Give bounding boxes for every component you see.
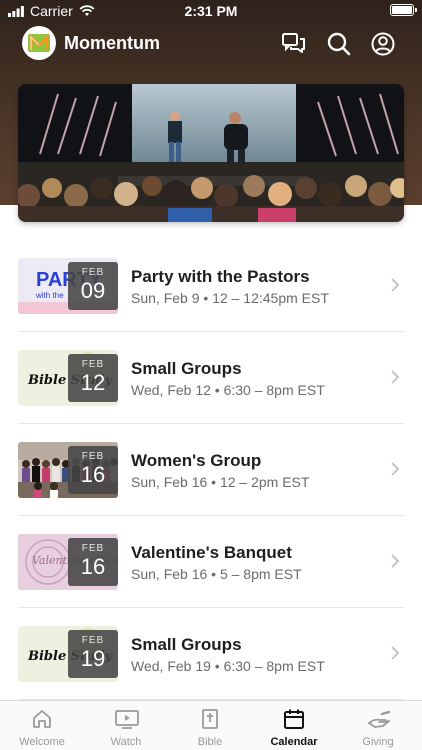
event-datetime: Sun, Feb 16 • 12 – 2pm EST bbox=[131, 474, 310, 490]
event-row[interactable]: PARTY with the FEB 09 Party with the Pas… bbox=[18, 240, 404, 332]
tab-label: Giving bbox=[362, 736, 394, 748]
event-datetime: Wed, Feb 19 • 6:30 – 8pm EST bbox=[131, 658, 325, 674]
event-title: Party with the Pastors bbox=[131, 267, 310, 286]
giving-hand-icon bbox=[368, 710, 391, 728]
event-row[interactable]: Bible Study FEB 12 Small Groups Wed, Feb… bbox=[18, 332, 404, 424]
date-badge: FEB 19 bbox=[68, 630, 118, 678]
app-header: Momentum bbox=[0, 24, 422, 64]
tab-label: Welcome bbox=[19, 736, 65, 748]
battery-icon bbox=[390, 4, 417, 16]
date-badge: FEB 16 bbox=[68, 446, 118, 494]
tab-welcome[interactable]: Welcome bbox=[0, 701, 84, 750]
app-title: Momentum bbox=[64, 33, 160, 53]
chevron-right-icon bbox=[391, 554, 400, 568]
date-badge: FEB 16 bbox=[68, 538, 118, 586]
date-month: FEB bbox=[81, 267, 105, 278]
chat-icon[interactable] bbox=[281, 31, 307, 57]
tab-label: Calendar bbox=[270, 736, 318, 748]
chevron-right-icon bbox=[391, 646, 400, 660]
tab-calendar[interactable]: Calendar bbox=[252, 701, 336, 750]
tab-watch[interactable]: Watch bbox=[84, 701, 168, 750]
chevron-right-icon bbox=[391, 370, 400, 384]
date-badge: FEB 12 bbox=[68, 354, 118, 402]
event-row[interactable]: Bible Study FEB 19 Small Groups Wed, Feb… bbox=[18, 608, 404, 700]
date-month: FEB bbox=[81, 543, 105, 554]
date-day: 12 bbox=[80, 370, 106, 395]
bible-icon bbox=[202, 709, 218, 729]
date-badge: FEB 09 bbox=[68, 262, 118, 310]
event-row[interactable]: Valentine's Banq FEB 16 Valentine's Banq… bbox=[18, 516, 404, 608]
tab-label: Bible bbox=[197, 736, 223, 748]
bottom-tab-bar: Welcome Watch Bible Calendar Giving bbox=[0, 700, 422, 750]
home-icon bbox=[33, 710, 51, 728]
calendar-icon bbox=[284, 709, 304, 729]
event-title: Small Groups bbox=[131, 359, 242, 378]
momentum-logo-icon bbox=[28, 33, 50, 52]
tab-bible[interactable]: Bible bbox=[168, 701, 252, 750]
date-month: FEB bbox=[81, 359, 105, 370]
search-icon[interactable] bbox=[326, 31, 352, 57]
event-title: Women's Group bbox=[131, 451, 262, 470]
account-icon[interactable] bbox=[370, 31, 396, 57]
clock: 2:31 PM bbox=[184, 3, 238, 19]
date-day: 16 bbox=[80, 462, 106, 487]
event-title: Small Groups bbox=[131, 635, 242, 654]
event-datetime: Sun, Feb 16 • 5 – 8pm EST bbox=[131, 566, 302, 582]
app-logo[interactable] bbox=[22, 26, 56, 60]
date-month: FEB bbox=[81, 635, 105, 646]
date-day: 16 bbox=[80, 554, 106, 579]
tab-label: Watch bbox=[110, 736, 142, 748]
tab-giving[interactable]: Giving bbox=[336, 701, 420, 750]
date-month: FEB bbox=[81, 451, 105, 462]
date-day: 09 bbox=[80, 278, 106, 303]
event-datetime: Sun, Feb 9 • 12 – 12:45pm EST bbox=[131, 290, 329, 306]
tv-play-icon bbox=[115, 710, 139, 729]
chevron-right-icon bbox=[391, 278, 400, 292]
status-bar: Carrier 2:31 PM bbox=[0, 0, 422, 22]
stage-photo bbox=[18, 84, 404, 222]
date-day: 19 bbox=[80, 646, 106, 671]
thumb-party-sub: with the bbox=[35, 291, 64, 300]
event-row[interactable]: FEB 16 Women's Group Sun, Feb 16 • 12 – … bbox=[18, 424, 404, 516]
event-title: Valentine's Banquet bbox=[131, 543, 292, 562]
app-screen: Carrier 2:31 PM Momentum with the FEB 09… bbox=[0, 0, 422, 750]
event-datetime: Wed, Feb 12 • 6:30 – 8pm EST bbox=[131, 382, 325, 398]
featured-hero-image[interactable] bbox=[18, 84, 404, 222]
chevron-right-icon bbox=[391, 462, 400, 476]
